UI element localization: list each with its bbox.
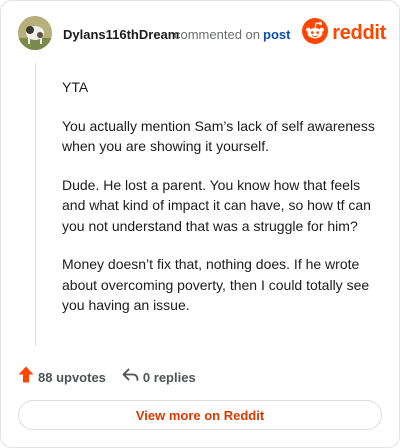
- avatar[interactable]: [18, 16, 52, 50]
- comment-paragraph: You actually mention Sam’s lack of self …: [62, 117, 375, 155]
- upvote-arrow-icon: [18, 366, 34, 388]
- replies-button[interactable]: 0 replies: [122, 368, 196, 387]
- upvote-button[interactable]: 88 upvotes: [18, 366, 106, 388]
- reply-arrow-icon: [122, 368, 139, 387]
- comment-actions: 88 upvotes 0 replies: [18, 366, 196, 388]
- replies-count: 0 replies: [142, 369, 196, 385]
- reddit-wordmark: reddit: [332, 22, 386, 44]
- reddit-comment-card: Dylans116thDream commented on post reddi…: [0, 0, 400, 448]
- username[interactable]: Dylans116thDream: [63, 27, 179, 42]
- comment-body: YTA You actually mention Sam’s lack of s…: [62, 77, 382, 334]
- upvote-count: 88 upvotes: [38, 369, 106, 385]
- commented-on-text: commented on: [174, 27, 260, 42]
- comment-paragraph: YTA: [62, 79, 89, 95]
- view-more-button[interactable]: View more on Reddit: [18, 400, 382, 430]
- comment-paragraph: Money doesn’t fix that, nothing does. If…: [62, 256, 370, 313]
- comment-header: Dylans116thDream commented on post reddi…: [18, 16, 386, 52]
- comment-paragraph: Dude. He lost a parent. You know how tha…: [62, 176, 371, 234]
- post-link[interactable]: post: [263, 27, 290, 42]
- reddit-logo-icon: [302, 18, 329, 49]
- reddit-brand[interactable]: reddit: [302, 18, 386, 49]
- thread-line: [35, 63, 36, 346]
